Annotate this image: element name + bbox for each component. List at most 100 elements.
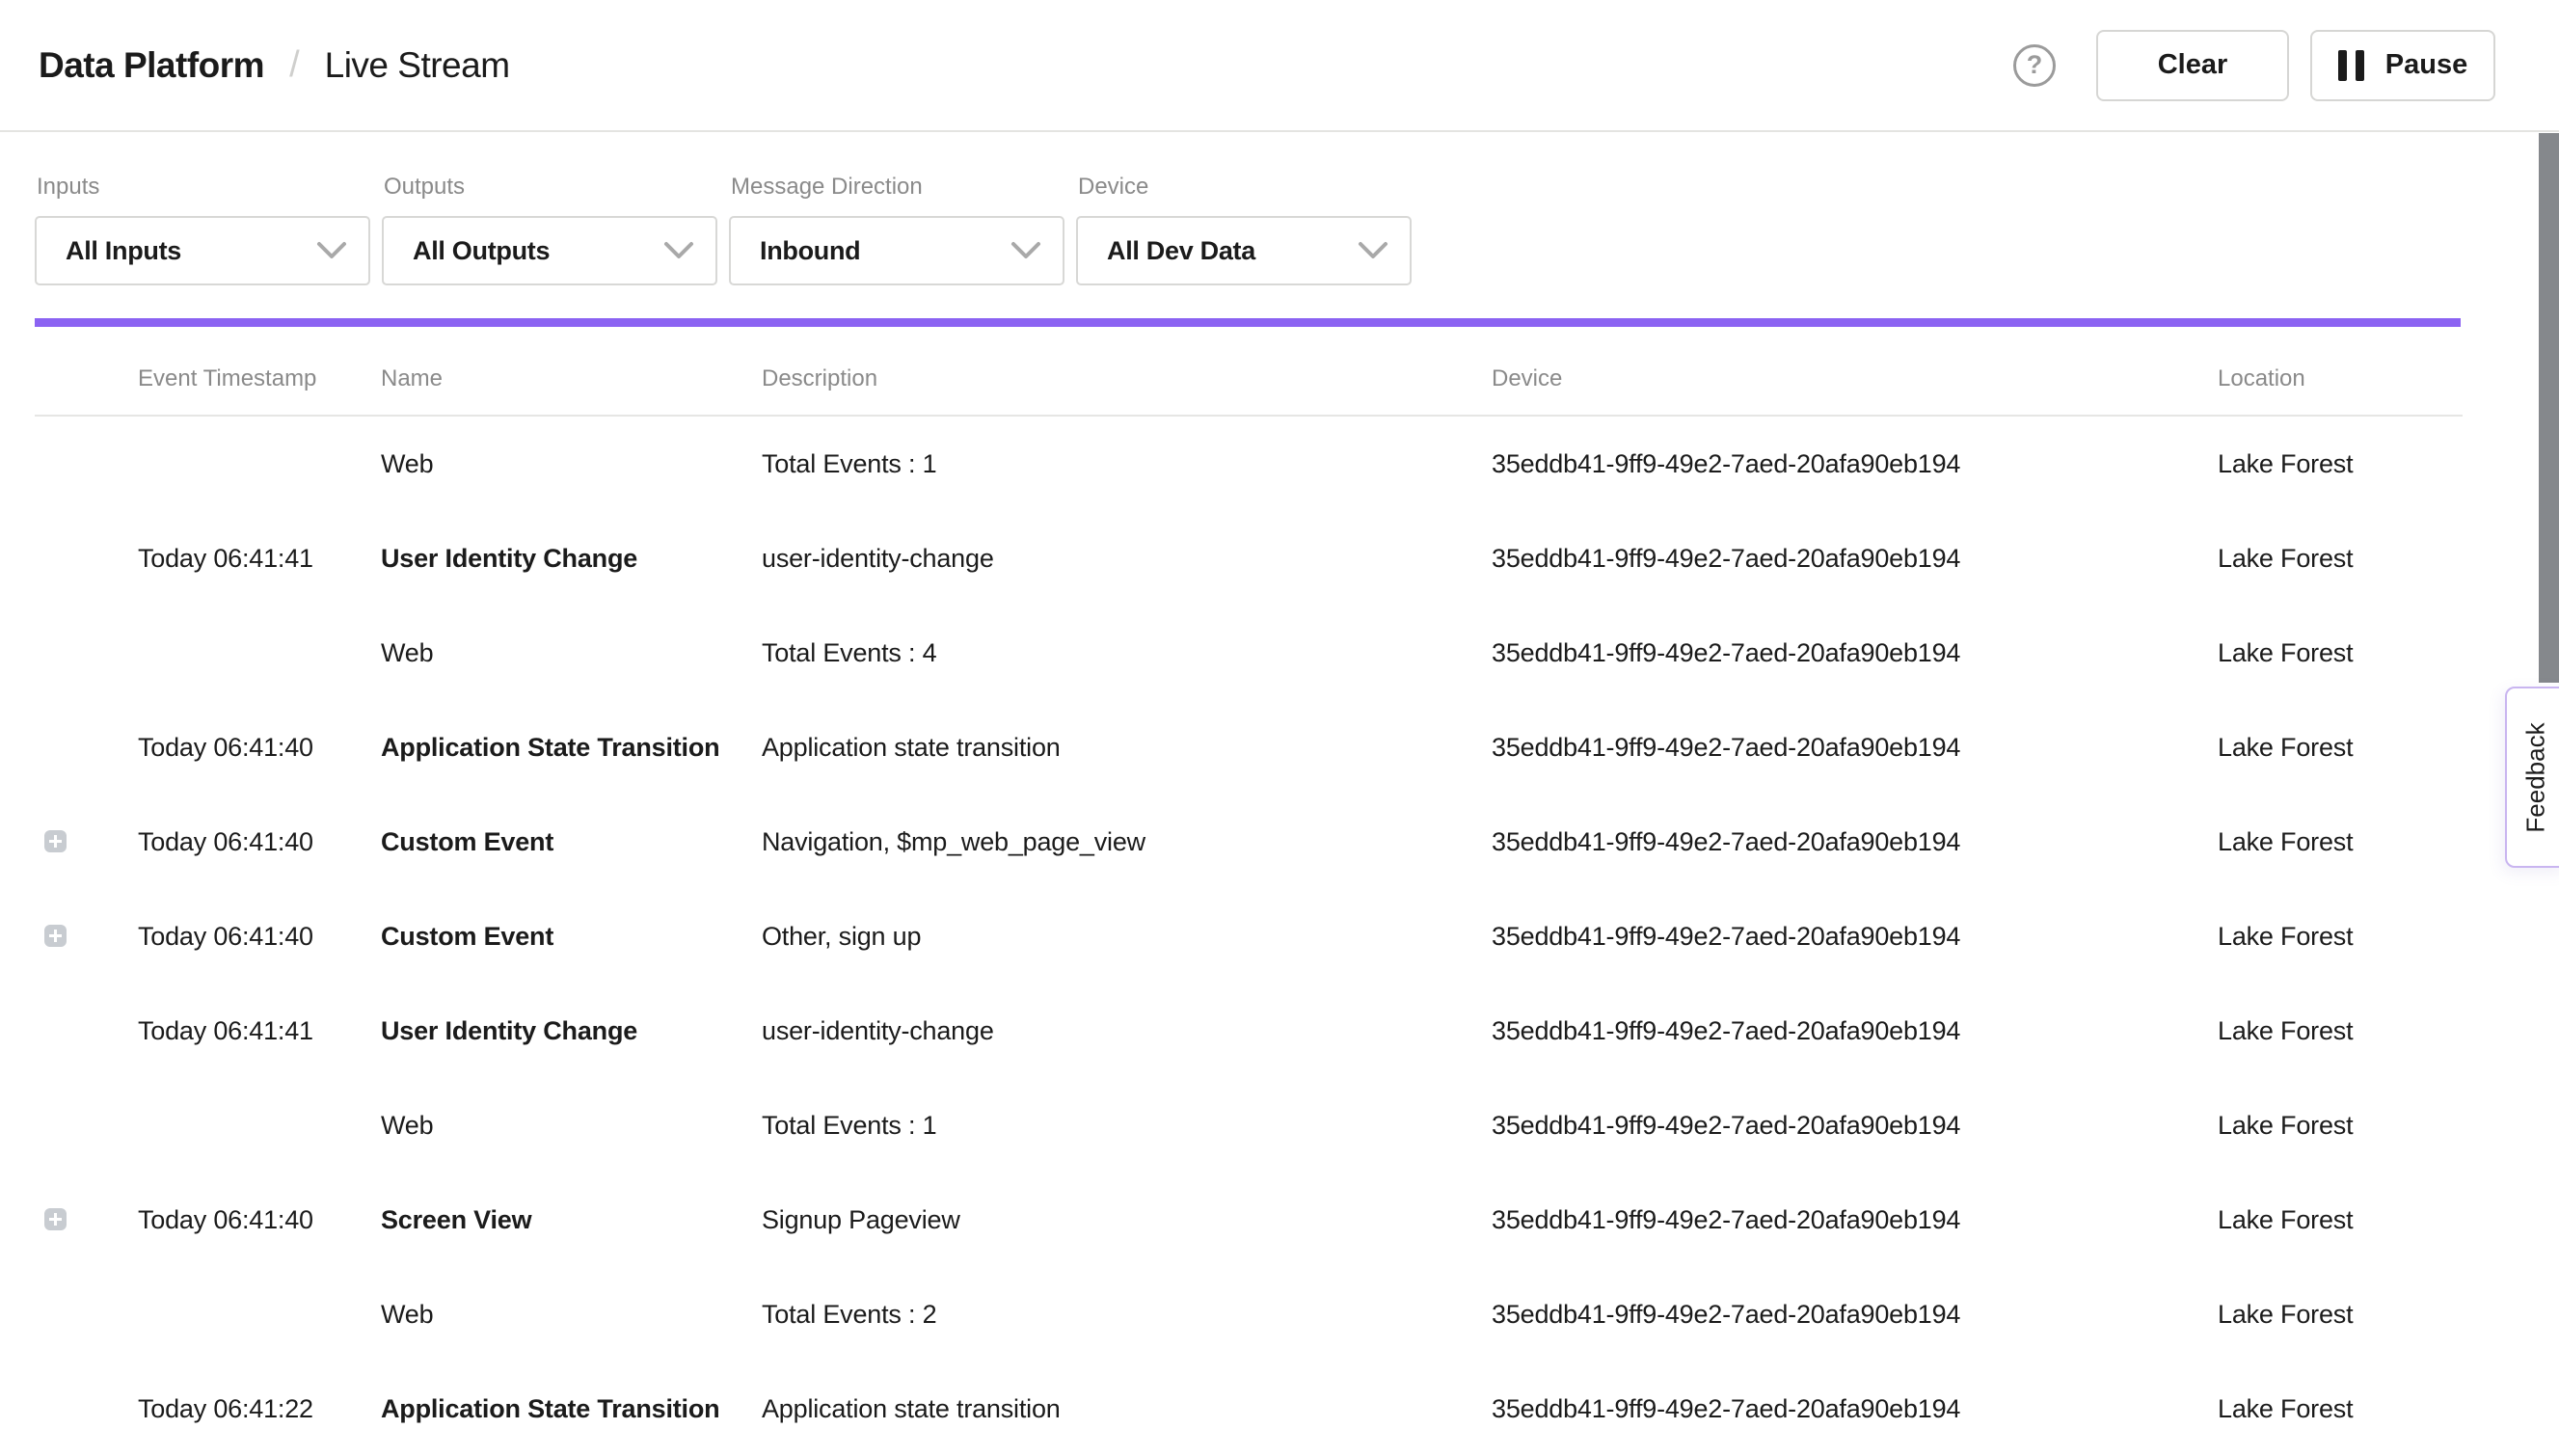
chevron-down-icon: [663, 241, 694, 260]
cell-name: Custom Event: [381, 795, 553, 889]
cell-device: 35eddb41-9ff9-49e2-7aed-20afa90eb194: [1492, 417, 1960, 511]
cell-device: 35eddb41-9ff9-49e2-7aed-20afa90eb194: [1492, 1267, 1960, 1362]
filter-device-label: Device: [1078, 173, 1412, 202]
table-row: Today 06:41:22 Application State Transit…: [0, 1362, 2559, 1456]
cell-description: Navigation, $mp_web_page_view: [762, 795, 1145, 889]
pause-icon: [2338, 50, 2364, 81]
table-row: Web Total Events : 2 35eddb41-9ff9-49e2-…: [0, 1267, 2559, 1362]
cell-description: user-identity-change: [762, 511, 994, 606]
table-row: Today 06:41:40 Screen View Signup Pagevi…: [0, 1173, 2559, 1267]
column-header-name: Name: [381, 363, 443, 395]
cell-timestamp: Today 06:41:40: [138, 889, 313, 984]
table-header-row: Event Timestamp Name Description Device …: [0, 363, 2559, 415]
cell-device: 35eddb41-9ff9-49e2-7aed-20afa90eb194: [1492, 984, 1960, 1078]
accent-divider: [35, 318, 2461, 327]
help-icon[interactable]: ?: [2013, 44, 2056, 87]
cell-device: 35eddb41-9ff9-49e2-7aed-20afa90eb194: [1492, 1078, 1960, 1173]
column-header-device: Device: [1492, 363, 1562, 395]
cell-description: Total Events : 1: [762, 417, 936, 511]
filter-inputs-label: Inputs: [37, 173, 370, 202]
cell-name: Application State Transition: [381, 1362, 719, 1456]
inputs-dropdown[interactable]: All Inputs: [35, 216, 370, 285]
message-direction-dropdown-value: Inbound: [760, 236, 860, 266]
cell-name: Web: [381, 1078, 433, 1173]
table-row: Today 06:41:40 Application State Transit…: [0, 700, 2559, 795]
table-row: Today 06:41:41 User Identity Change user…: [0, 511, 2559, 606]
table-row: Today 06:41:40 Custom Event Navigation, …: [0, 795, 2559, 889]
clear-button[interactable]: Clear: [2096, 30, 2289, 101]
table-row: Web Total Events : 1 35eddb41-9ff9-49e2-…: [0, 1078, 2559, 1173]
table-row: Today 06:41:41 User Identity Change user…: [0, 984, 2559, 1078]
cell-location: Lake Forest: [2218, 417, 2353, 511]
cell-description: Other, sign up: [762, 889, 921, 984]
message-direction-dropdown[interactable]: Inbound: [729, 216, 1064, 285]
cell-location: Lake Forest: [2218, 1362, 2353, 1456]
app-header: Data Platform / Live Stream ? Clear Paus…: [0, 0, 2559, 132]
cell-description: Application state transition: [762, 1362, 1061, 1456]
cell-location: Lake Forest: [2218, 700, 2353, 795]
column-header-description: Description: [762, 363, 877, 395]
cell-description: Total Events : 4: [762, 606, 936, 700]
breadcrumb: Data Platform / Live Stream: [39, 44, 510, 86]
column-header-event-timestamp: Event Timestamp: [138, 363, 316, 395]
pause-button-label: Pause: [2385, 49, 2467, 81]
cell-timestamp: Today 06:41:40: [138, 700, 313, 795]
cell-location: Lake Forest: [2218, 1173, 2353, 1267]
cell-location: Lake Forest: [2218, 1078, 2353, 1173]
cell-description: Application state transition: [762, 700, 1061, 795]
chevron-down-icon: [1358, 241, 1388, 260]
table-row: Web Total Events : 4 35eddb41-9ff9-49e2-…: [0, 606, 2559, 700]
filter-inputs: Inputs All Inputs: [35, 173, 370, 285]
cell-timestamp: Today 06:41:40: [138, 795, 313, 889]
expand-row-button[interactable]: [44, 1208, 67, 1230]
outputs-dropdown[interactable]: All Outputs: [382, 216, 717, 285]
cell-device: 35eddb41-9ff9-49e2-7aed-20afa90eb194: [1492, 511, 1960, 606]
cell-device: 35eddb41-9ff9-49e2-7aed-20afa90eb194: [1492, 700, 1960, 795]
vertical-scrollbar-thumb[interactable]: [2539, 133, 2559, 683]
filter-outputs: Outputs All Outputs: [382, 173, 717, 285]
cell-description: user-identity-change: [762, 984, 994, 1078]
cell-device: 35eddb41-9ff9-49e2-7aed-20afa90eb194: [1492, 606, 1960, 700]
filter-message-direction: Message Direction Inbound: [729, 173, 1064, 285]
table-row: Web Total Events : 1 35eddb41-9ff9-49e2-…: [0, 417, 2559, 511]
header-actions: ? Clear Pause: [2013, 30, 2495, 101]
expand-row-button[interactable]: [44, 925, 67, 947]
page-title: Live Stream: [325, 45, 510, 86]
cell-location: Lake Forest: [2218, 795, 2353, 889]
expand-row-button[interactable]: [44, 830, 67, 852]
cell-description: Total Events : 1: [762, 1078, 936, 1173]
cell-location: Lake Forest: [2218, 606, 2353, 700]
inputs-dropdown-value: All Inputs: [66, 236, 181, 266]
cell-location: Lake Forest: [2218, 1267, 2353, 1362]
feedback-tab-label: Feedback: [2521, 722, 2551, 832]
cell-location: Lake Forest: [2218, 511, 2353, 606]
cell-description: Total Events : 2: [762, 1267, 936, 1362]
cell-timestamp: Today 06:41:40: [138, 1173, 313, 1267]
filter-bar: Inputs All Inputs Outputs All Outputs Me…: [35, 132, 1412, 285]
chevron-down-icon: [1010, 241, 1041, 260]
cell-name: Screen View: [381, 1173, 531, 1267]
cell-device: 35eddb41-9ff9-49e2-7aed-20afa90eb194: [1492, 889, 1960, 984]
feedback-tab[interactable]: Feedback: [2505, 687, 2559, 868]
cell-name: User Identity Change: [381, 511, 637, 606]
filter-device: Device All Dev Data: [1076, 173, 1412, 285]
pause-button[interactable]: Pause: [2310, 30, 2495, 101]
cell-description: Signup Pageview: [762, 1173, 960, 1267]
filter-outputs-label: Outputs: [384, 173, 717, 202]
cell-device: 35eddb41-9ff9-49e2-7aed-20afa90eb194: [1492, 1362, 1960, 1456]
column-header-location: Location: [2218, 363, 2305, 395]
cell-name: Custom Event: [381, 889, 553, 984]
cell-name: Application State Transition: [381, 700, 719, 795]
cell-name: User Identity Change: [381, 984, 637, 1078]
filter-message-direction-label: Message Direction: [731, 173, 1064, 202]
table-row: Today 06:41:40 Custom Event Other, sign …: [0, 889, 2559, 984]
device-dropdown[interactable]: All Dev Data: [1076, 216, 1412, 285]
cell-name: Web: [381, 1267, 433, 1362]
breadcrumb-section[interactable]: Data Platform: [39, 45, 264, 86]
cell-location: Lake Forest: [2218, 889, 2353, 984]
cell-timestamp: Today 06:41:41: [138, 511, 313, 606]
device-dropdown-value: All Dev Data: [1107, 236, 1255, 266]
cell-timestamp: Today 06:41:22: [138, 1362, 313, 1456]
event-table-body: Web Total Events : 1 35eddb41-9ff9-49e2-…: [0, 417, 2559, 1456]
breadcrumb-separator: /: [289, 44, 300, 86]
